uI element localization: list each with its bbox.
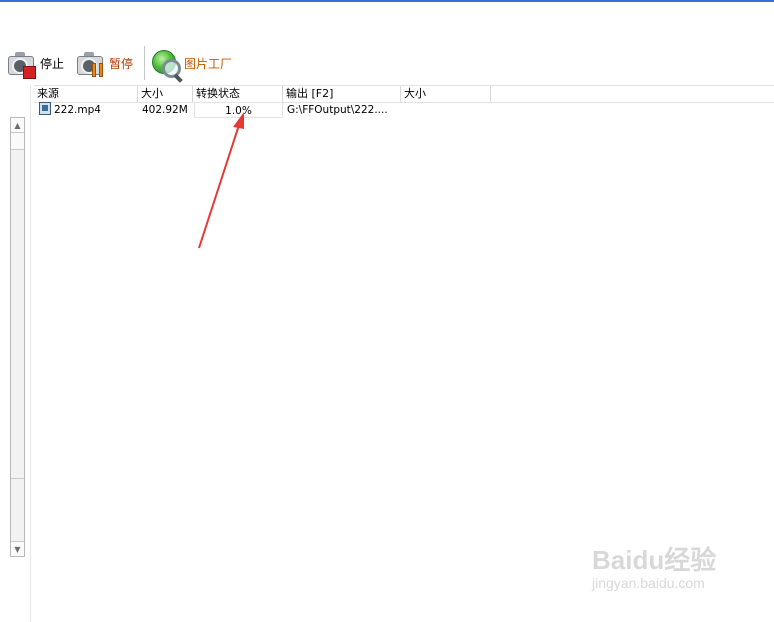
watermark-main-text: Baidu经验 <box>592 545 717 575</box>
annotation-arrow <box>198 112 244 249</box>
watermark-url-text: jingyan.baidu.com <box>592 575 705 591</box>
baidu-jingyan-watermark: Baidu经验 jingyan.baidu.com <box>592 540 732 591</box>
